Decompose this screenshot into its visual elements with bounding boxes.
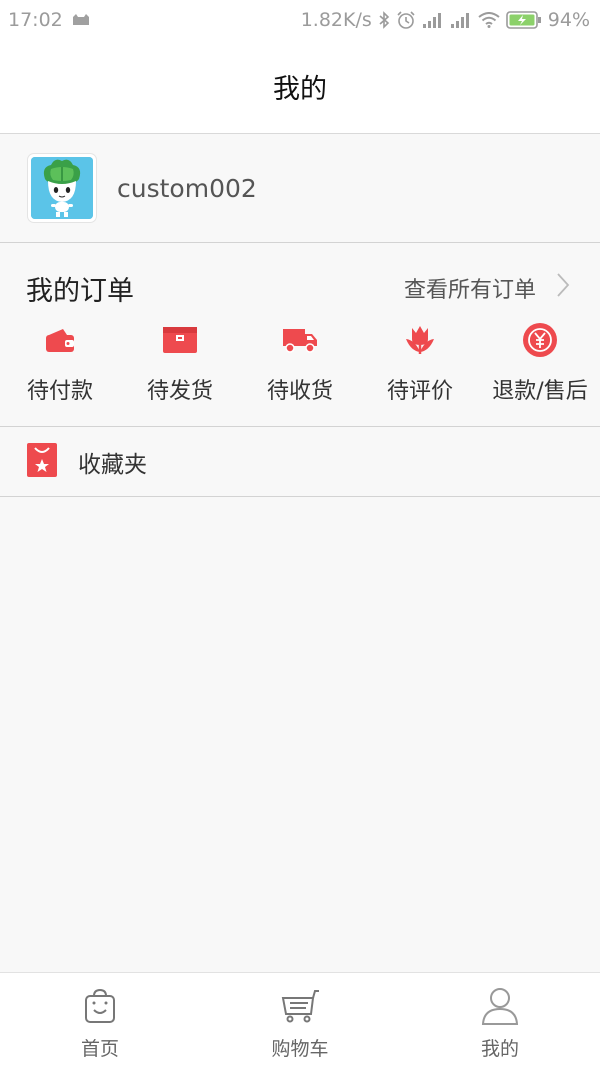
view-all-orders-label: 查看所有订单 — [403, 278, 536, 303]
bluetooth-icon — [378, 11, 390, 29]
tab-cart[interactable]: 购物车 — [200, 973, 400, 1067]
box-icon — [161, 321, 199, 359]
tab-label: 我的 — [480, 1038, 519, 1060]
tulip-icon — [401, 321, 439, 359]
shopping-bag-icon — [80, 986, 120, 1026]
order-pending-shipment[interactable]: 待发货 — [120, 321, 240, 413]
signal-icon — [422, 12, 444, 28]
tab-label: 首页 — [80, 1038, 119, 1060]
tab-mine[interactable]: 我的 — [400, 973, 600, 1067]
order-label: 待收货 — [266, 379, 333, 404]
cabbage-mascot-icon — [31, 157, 93, 219]
wallet-icon — [41, 321, 79, 359]
order-label: 待评价 — [386, 379, 453, 404]
network-speed: 1.82K/s — [300, 9, 372, 31]
order-label: 待发货 — [146, 379, 213, 404]
user-icon — [480, 986, 520, 1026]
order-refund-aftersale[interactable]: 退款/售后 — [480, 321, 600, 413]
order-label: 待付款 — [26, 379, 93, 404]
orders-header: 我的订单 查看所有订单 — [0, 268, 600, 308]
orders-title: 我的订单 — [26, 275, 134, 307]
page-title: 我的 — [273, 74, 327, 105]
alarm-icon — [396, 10, 416, 30]
tab-home[interactable]: 首页 — [0, 973, 200, 1067]
bag-star-icon — [26, 442, 58, 482]
wifi-icon — [478, 12, 500, 28]
order-status-row: 待付款 待发货 待收货 待评价 退款/售后 — [0, 321, 600, 413]
yen-coin-icon — [521, 321, 559, 359]
order-pending-receipt[interactable]: 待收货 — [240, 321, 360, 413]
order-label: 退款/售后 — [492, 379, 588, 404]
order-pending-review[interactable]: 待评价 — [360, 321, 480, 413]
status-time: 17:02 — [8, 9, 63, 31]
cart-icon — [280, 986, 320, 1026]
truck-icon — [281, 321, 319, 359]
status-bar: 17:02 1.82K/s 94% — [0, 0, 600, 40]
battery-percent: 94% — [547, 9, 590, 31]
view-all-orders-link[interactable]: 查看所有订单 — [404, 272, 570, 304]
order-pending-payment[interactable]: 待付款 — [0, 321, 120, 413]
signal-icon — [450, 12, 472, 28]
profile-row[interactable]: custom002 — [0, 134, 600, 243]
battery-icon — [505, 11, 542, 29]
favorites-label: 收藏夹 — [78, 451, 147, 478]
nav-bar: 我的 — [0, 40, 600, 134]
orders-section: 我的订单 查看所有订单 待付款 待发货 待收货 待评价 退款/售后 — [0, 243, 600, 427]
avatar[interactable] — [28, 154, 96, 222]
bottom-tab-bar: 首页 购物车 我的 — [0, 972, 600, 1067]
cat-icon — [71, 13, 91, 27]
favorites-row[interactable]: 收藏夹 — [0, 427, 600, 497]
tab-label: 购物车 — [271, 1038, 329, 1060]
chevron-right-icon — [556, 272, 570, 304]
username: custom002 — [117, 173, 257, 203]
